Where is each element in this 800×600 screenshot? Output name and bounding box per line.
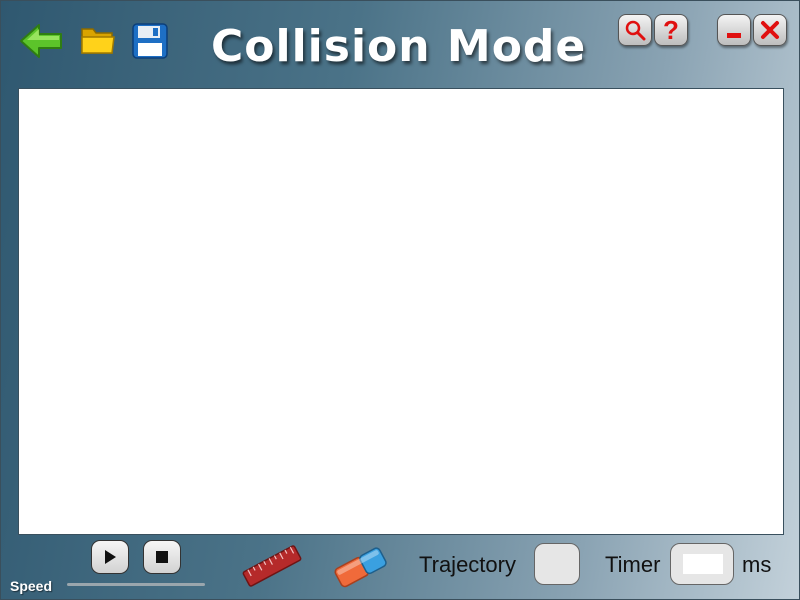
speed-label: Speed [10, 578, 53, 594]
stop-button[interactable] [143, 540, 181, 574]
close-button[interactable] [753, 14, 787, 46]
play-icon [105, 550, 116, 564]
bottom-controls: Speed Trajectory Timer ms [1, 535, 800, 600]
save-disk-icon[interactable] [132, 23, 172, 63]
svg-text:?: ? [663, 17, 679, 43]
simulation-canvas[interactable] [18, 88, 784, 535]
back-arrow-icon[interactable] [19, 21, 62, 61]
minimize-button[interactable] [717, 14, 751, 46]
app-window: Collision Mode ? Speed Trajectory Timer … [0, 0, 800, 600]
open-folder-icon[interactable] [80, 23, 120, 63]
magnifier-icon [625, 20, 646, 41]
help-button[interactable]: ? [654, 14, 688, 46]
timer-field[interactable] [683, 554, 723, 574]
trajectory-label: Trajectory [419, 552, 516, 577]
play-button[interactable] [91, 540, 129, 574]
top-toolbar: Collision Mode ? [1, 1, 800, 87]
question-mark-icon: ? [663, 17, 679, 43]
timer-unit-label: ms [742, 552, 772, 577]
speed-slider[interactable] [67, 583, 205, 586]
window-title: Collision Mode [211, 21, 587, 72]
minimize-icon [727, 33, 741, 38]
close-x-icon [761, 21, 779, 39]
ruler-icon[interactable] [241, 541, 303, 591]
timer-box [670, 543, 734, 585]
timer-label: Timer [605, 552, 661, 577]
stop-icon [156, 551, 168, 563]
trajectory-checkbox[interactable] [534, 543, 580, 585]
eraser-icon[interactable] [331, 541, 391, 591]
zoom-button[interactable] [618, 14, 652, 46]
